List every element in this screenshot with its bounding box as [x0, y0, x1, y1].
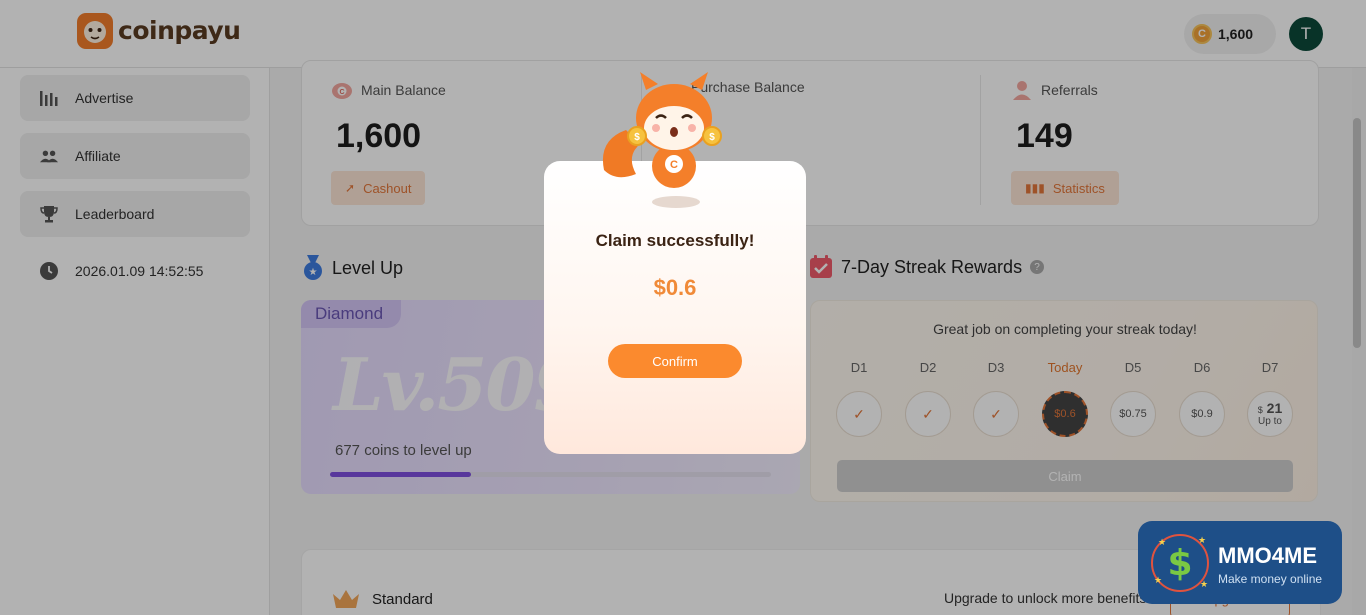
svg-text:★: ★: [1200, 579, 1208, 589]
watermark-subtitle: Make money online: [1218, 572, 1323, 586]
svg-text:$: $: [709, 132, 715, 143]
svg-text:$: $: [1167, 543, 1192, 584]
svg-text:★: ★: [1158, 537, 1166, 547]
watermark-title: MMO4ME: [1218, 543, 1317, 568]
squirrel-mascot-icon: C $ $: [602, 72, 722, 208]
svg-text:★: ★: [1154, 575, 1162, 585]
confirm-button[interactable]: Confirm: [608, 344, 742, 378]
watermark-badge: $ ★ ★ ★ ★ MMO4ME Make money online: [1138, 521, 1342, 604]
svg-text:★: ★: [1198, 535, 1206, 545]
svg-text:$: $: [634, 132, 640, 143]
dollar-globe-icon: $ ★ ★ ★ ★: [1151, 534, 1209, 592]
svg-text:C: C: [670, 159, 678, 171]
modal-amount: $0.6: [653, 275, 697, 300]
modal-title: Claim successfully!: [595, 231, 755, 250]
